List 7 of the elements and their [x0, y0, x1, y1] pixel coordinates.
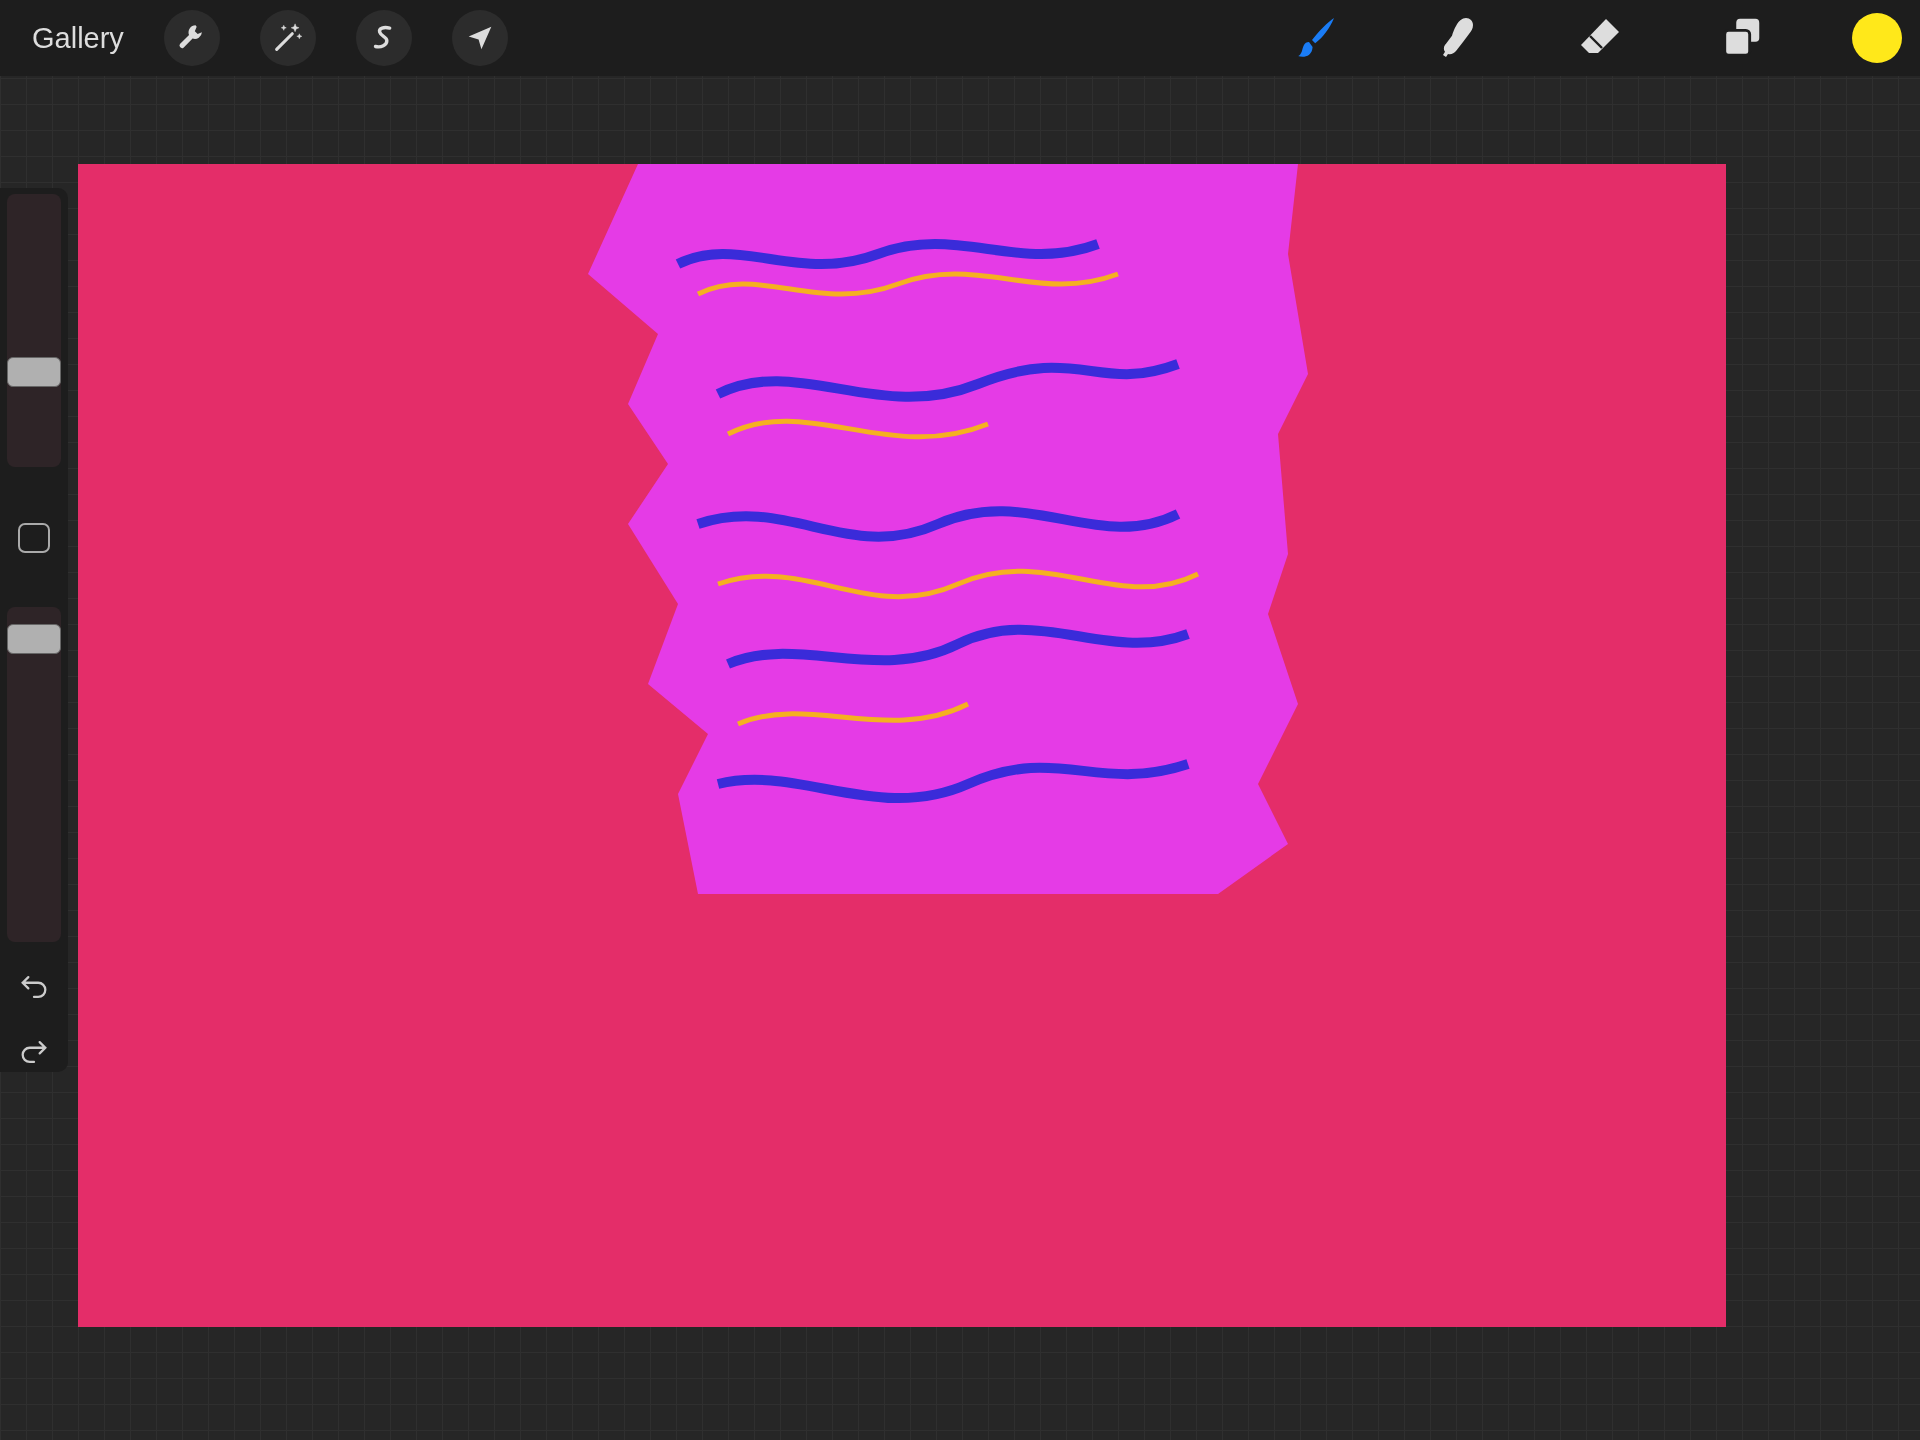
opacity-slider[interactable] [7, 607, 61, 943]
brush-size-slider[interactable] [7, 194, 61, 468]
color-swatch[interactable] [1852, 13, 1902, 63]
slider-thumb[interactable] [7, 357, 61, 388]
gallery-button[interactable]: Gallery [20, 13, 136, 63]
slider-thumb[interactable] [7, 624, 61, 654]
modify-button[interactable] [18, 523, 50, 554]
